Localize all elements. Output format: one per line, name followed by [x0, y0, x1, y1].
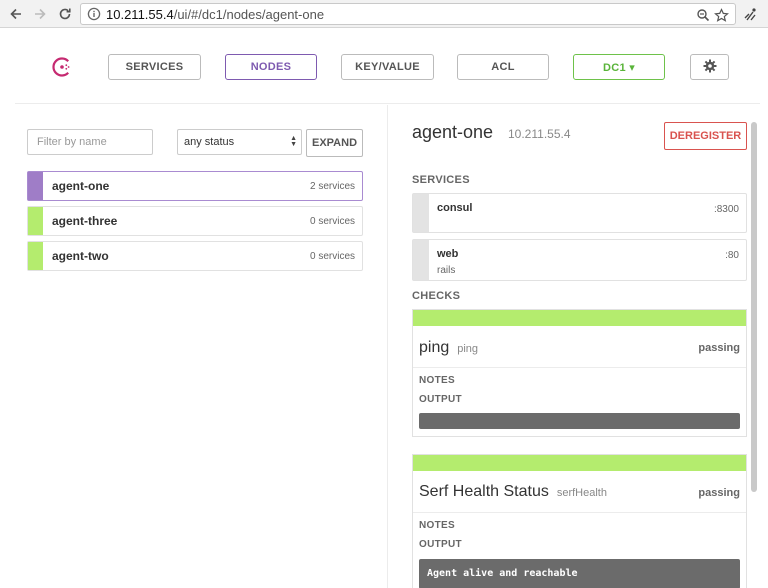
check-name: Serf Health Status serfHealth	[419, 483, 607, 501]
check-divider	[413, 367, 746, 368]
service-row-consul[interactable]: consul :8300	[412, 193, 747, 233]
service-tag: rails	[437, 265, 456, 276]
check-card-serf-health: Serf Health Status serfHealth passing NOT…	[412, 454, 747, 588]
status-filter-value: any status	[184, 136, 235, 148]
check-name-text: ping	[419, 339, 450, 356]
filter-by-name-input[interactable]	[27, 129, 153, 155]
node-service-count: 2 services	[309, 181, 355, 192]
address-bar[interactable]: 10.211.55.4/ui/#/dc1/nodes/agent-one	[80, 3, 736, 25]
reload-icon[interactable]	[55, 4, 75, 24]
scrollbar-thumb[interactable]	[751, 122, 757, 492]
node-service-count: 0 services	[309, 251, 355, 262]
check-status-bar	[413, 455, 746, 471]
node-name: agent-two	[52, 249, 109, 263]
check-name-text: Serf Health Status	[419, 483, 549, 500]
node-detail-address: 10.211.55.4	[508, 127, 571, 141]
status-filter-select[interactable]: any status ▲ ▼	[177, 129, 302, 155]
service-port: :80	[725, 250, 739, 261]
node-status-bar	[28, 172, 43, 200]
check-name: ping ping	[419, 339, 478, 357]
url-host: 10.211.55.4	[106, 7, 174, 22]
check-notes-label: NOTES	[419, 520, 455, 531]
info-icon[interactable]	[87, 7, 101, 26]
select-arrows-icon: ▲ ▼	[290, 135, 297, 148]
node-status-bar	[28, 207, 43, 235]
check-status: passing	[698, 342, 740, 354]
url-text: 10.211.55.4/ui/#/dc1/nodes/agent-one	[106, 7, 324, 22]
check-status: passing	[698, 487, 740, 499]
node-status-bar	[28, 242, 43, 270]
extension-icon[interactable]	[740, 4, 760, 24]
consul-logo[interactable]	[51, 56, 73, 78]
node-row-agent-two[interactable]: agent-two 0 services	[27, 241, 363, 271]
service-name: consul	[437, 202, 473, 214]
nav-acl-button[interactable]: ACL	[457, 54, 549, 80]
check-output: Agent alive and reachable	[419, 559, 740, 588]
check-card-ping: ping ping passing NOTES OUTPUT	[412, 309, 747, 437]
zoom-icon[interactable]	[695, 7, 711, 23]
forward-icon[interactable]	[30, 4, 50, 24]
settings-button[interactable]	[690, 54, 729, 80]
node-detail-title: agent-one	[412, 122, 494, 142]
nav-key-value-button[interactable]: KEY/VALUE	[341, 54, 434, 80]
datacenter-dropdown[interactable]: DC1 ▾	[573, 54, 665, 80]
check-output	[419, 413, 740, 429]
deregister-button[interactable]: DEREGISTER	[664, 122, 747, 150]
service-status-bar	[413, 240, 429, 280]
pane-divider	[387, 105, 388, 588]
check-divider	[413, 512, 746, 513]
detail-scrollbar[interactable]	[750, 122, 758, 588]
service-port: :8300	[713, 204, 739, 215]
service-name: web	[437, 248, 459, 260]
service-row-web[interactable]: web rails :80	[412, 239, 747, 281]
gear-icon	[703, 59, 717, 76]
node-name: agent-one	[52, 179, 110, 193]
nav-services-button[interactable]: SERVICES	[108, 54, 201, 80]
check-output-label: OUTPUT	[419, 539, 462, 550]
check-notes-label: NOTES	[419, 375, 455, 386]
node-row-agent-one[interactable]: agent-one 2 services	[27, 171, 363, 201]
back-icon[interactable]	[6, 4, 26, 24]
services-section-label: SERVICES	[412, 174, 470, 186]
node-row-agent-three[interactable]: agent-three 0 services	[27, 206, 363, 236]
browser-toolbar: 10.211.55.4/ui/#/dc1/nodes/agent-one	[0, 0, 768, 28]
expand-button[interactable]: EXPAND	[306, 129, 363, 157]
check-output-label: OUTPUT	[419, 394, 462, 405]
check-id: serfHealth	[556, 487, 607, 499]
check-status-bar	[413, 310, 746, 326]
url-path: /ui/#/dc1/nodes/agent-one	[173, 7, 325, 22]
check-id: ping	[457, 343, 479, 355]
bookmark-star-icon[interactable]	[713, 7, 729, 23]
node-name: agent-three	[52, 214, 118, 228]
header-divider	[15, 103, 760, 104]
checks-section-label: CHECKS	[412, 290, 461, 302]
service-status-bar	[413, 194, 429, 232]
node-service-count: 0 services	[309, 216, 355, 227]
nav-nodes-button[interactable]: NODES	[225, 54, 317, 80]
